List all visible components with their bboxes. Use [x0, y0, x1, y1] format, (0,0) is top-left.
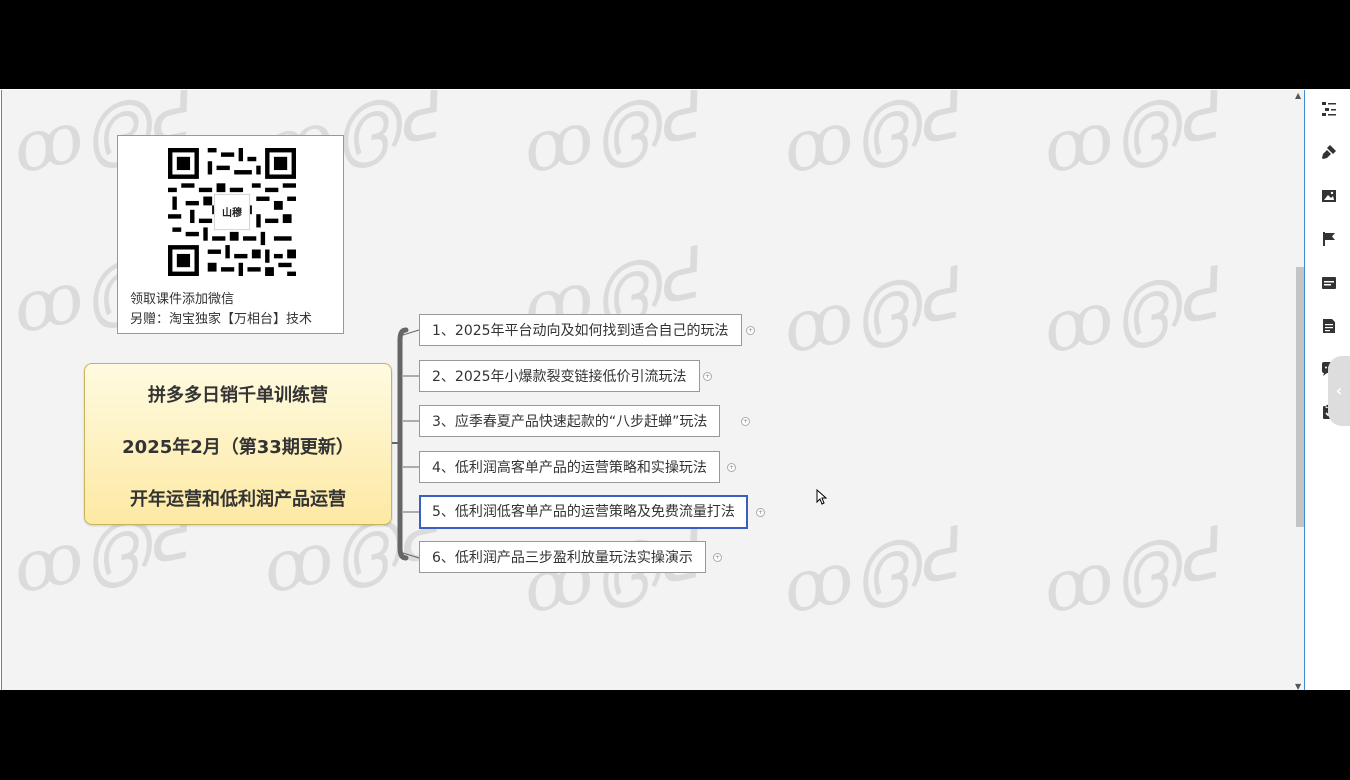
expand-toggle-icon[interactable]: +: [746, 326, 755, 335]
expand-toggle-icon[interactable]: +: [703, 372, 712, 381]
label-icon[interactable]: [1320, 274, 1338, 292]
mindmap-canvas[interactable]: ꝏ൫ᕍ ꝏ൫ᕍ ꝏ൫ᕍ ꝏ൫ᕍ ꝏ൫ᕍ ꝏ൫ᕍ ꝏ൫ᕍ ꝏ൫ᕍ ꝏ൫ᕍ ꝏ൫ᕍ …: [1, 90, 1305, 690]
right-side-panel: ‹: [1306, 89, 1350, 690]
flag-icon[interactable]: [1320, 230, 1338, 248]
subtopic-2[interactable]: 2、2025年小爆款裂变链接低价引流玩法: [419, 360, 700, 392]
qr-caption-line-2: 另赠：淘宝独家【万相台】技术: [130, 312, 313, 327]
image-icon[interactable]: [1320, 187, 1338, 205]
subtopic-4[interactable]: 4、低利润高客单产品的运营策略和实操玩法: [419, 451, 720, 483]
qr-caption-line-1: 领取课件添加微信: [130, 292, 235, 307]
note-icon[interactable]: [1320, 317, 1338, 335]
central-topic-line-1: 拼多多日销千单训练营: [148, 385, 328, 406]
scroll-up-arrow-icon[interactable]: ▲: [1295, 91, 1301, 100]
expand-toggle-icon[interactable]: +: [756, 508, 765, 517]
mouse-cursor-icon: [816, 489, 828, 505]
mindmap-app-window: ꝏ൫ᕍ ꝏ൫ᕍ ꝏ൫ᕍ ꝏ൫ᕍ ꝏ൫ᕍ ꝏ൫ᕍ ꝏ൫ᕍ ꝏ൫ᕍ ꝏ൫ᕍ ꝏ൫ᕍ …: [0, 89, 1350, 690]
qr-code-card[interactable]: 山穆 领取课件添加微信 另赠：淘宝独家【万相台】技术: [117, 135, 344, 334]
outline-icon[interactable]: [1320, 100, 1338, 118]
qr-logo-text: 山穆: [222, 208, 242, 219]
subtopic-1[interactable]: 1、2025年平台动向及如何找到适合自己的玩法: [419, 314, 742, 346]
subtopic-3[interactable]: 3、应季春夏产品快速起款的“八步赶蝉”玩法: [419, 405, 721, 437]
expand-toggle-icon[interactable]: +: [727, 463, 736, 472]
expand-toggle-icon[interactable]: +: [741, 417, 750, 426]
subtopic-6[interactable]: 6、低利润产品三步盈利放量玩法实操演示: [419, 541, 706, 573]
subtopic-5-selected[interactable]: 5、低利润低客单产品的运营策略及免费流量打法: [419, 495, 748, 529]
vertical-scrollbar[interactable]: ▲ ▼: [1294, 91, 1304, 690]
central-topic[interactable]: 拼多多日销千单训练营 2025年2月（第33期更新） 开年运营和低利润产品运营: [84, 363, 392, 525]
chevron-left-icon[interactable]: ‹: [1328, 356, 1350, 426]
scrollbar-thumb[interactable]: [1296, 267, 1304, 527]
central-topic-line-3: 开年运营和低利润产品运营: [130, 489, 346, 510]
scroll-down-arrow-icon[interactable]: ▼: [1295, 682, 1301, 690]
format-brush-icon[interactable]: [1320, 143, 1338, 161]
expand-toggle-icon[interactable]: +: [713, 553, 722, 562]
central-topic-line-2: 2025年2月（第33期更新）: [122, 437, 354, 458]
